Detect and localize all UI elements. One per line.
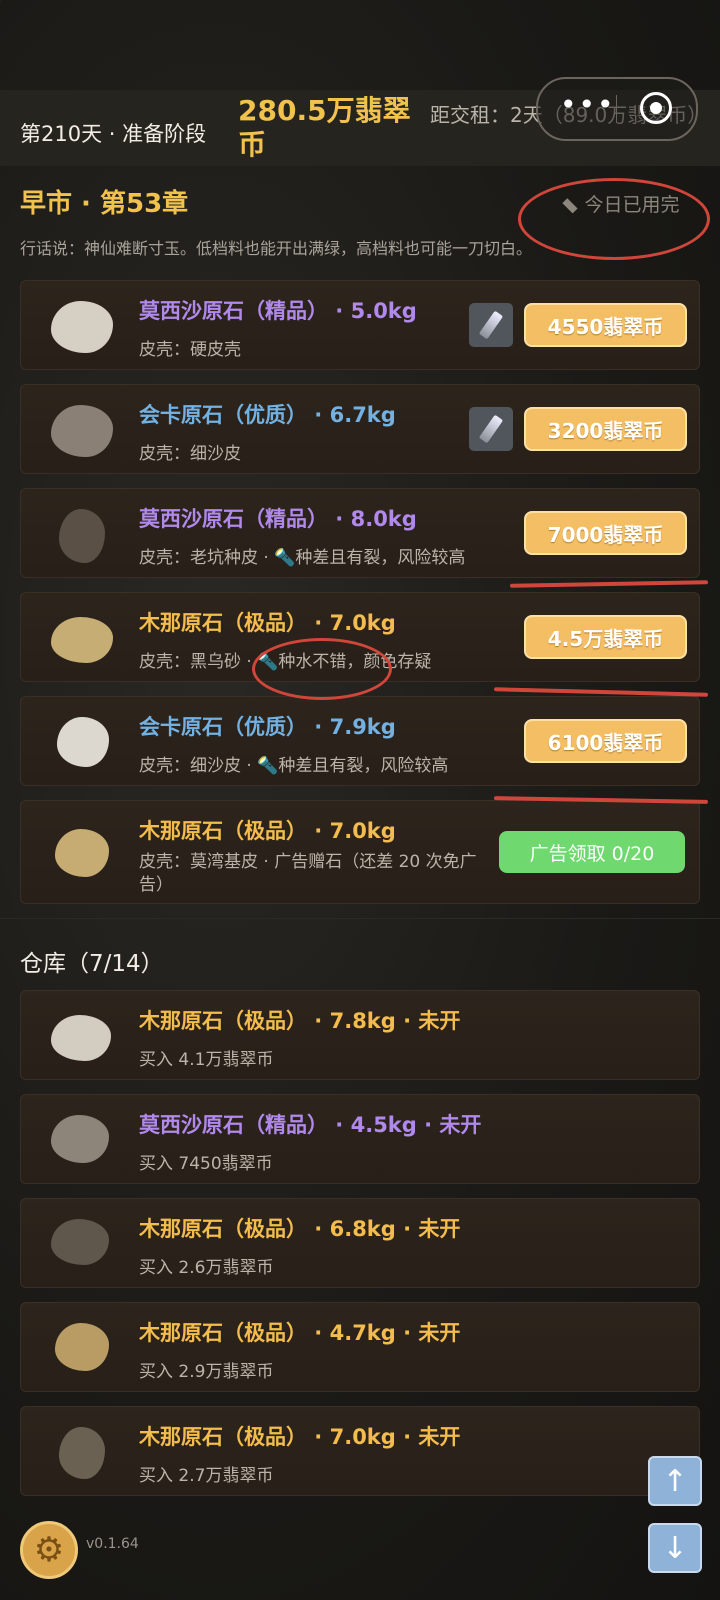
capsule-divider [616,95,617,123]
stone-image [59,1427,105,1479]
buy-price-button[interactable]: 6100翡翠币 [524,719,687,763]
coin-balance: 280.5万翡翠币 [238,94,411,161]
item-name: 木那原石（极品） · 7.8kg · 未开 [139,1009,461,1033]
item-name: 莫西沙原石（精品） · 4.5kg · 未开 [139,1113,482,1137]
record-circle-icon[interactable] [640,92,672,124]
warehouse-item[interactable]: 莫西沙原石（精品） · 4.5kg · 未开 买入 7450翡翠币 [20,1094,700,1184]
item-purchase: 买入 2.7万翡翠币 [139,1466,274,1486]
item-name: 会卡原石（优质） · 6.7kg [139,403,396,427]
more-dots-icon[interactable]: ••• [560,91,616,119]
item-skin: 皮壳：莫湾基皮 · 广告赠石（还差 20 次免广告） [139,852,477,895]
stone-image [51,1115,109,1163]
item-name: 莫西沙原石（精品） · 8.0kg [139,507,417,531]
warehouse-item[interactable]: 木那原石（极品） · 7.8kg · 未开 买入 4.1万翡翠币 [20,990,700,1080]
stone-image [51,1015,111,1061]
item-name: 木那原石（极品） · 7.0kg [139,819,396,843]
item-purchase: 买入 4.1万翡翠币 [139,1050,274,1070]
ad-claim-button[interactable]: 广告领取 0/20 [499,831,685,873]
stone-image [55,1323,109,1371]
item-name: 木那原石（极品） · 4.7kg · 未开 [139,1321,461,1345]
stone-image [51,617,113,663]
market-title: 早市 · 第53章 [20,189,189,219]
annotation-circle [518,178,710,260]
stone-image [51,301,113,353]
flashlight-button[interactable] [469,407,513,451]
market-item[interactable]: 会卡原石（优质） · 6.7kg 皮壳：细沙皮 3200翡翠币 [20,384,700,474]
warehouse-item[interactable]: 木那原石（极品） · 7.0kg · 未开 买入 2.7万翡翠币 [20,1406,700,1496]
item-purchase: 买入 7450翡翠币 [139,1154,273,1174]
market-item[interactable]: 莫西沙原石（精品） · 8.0kg 皮壳：老坑种皮 · 🔦种差且有裂，风险较高 … [20,488,700,578]
scroll-down-button[interactable]: ↓ [648,1523,702,1573]
market-item[interactable]: 莫西沙原石（精品） · 5.0kg 皮壳：硬皮壳 4550翡翠币 [20,280,700,370]
item-skin: 皮壳：老坑种皮 · 🔦种差且有裂，风险较高 [139,548,466,568]
flashlight-icon [478,414,504,444]
stone-image [51,405,113,457]
buy-price-button[interactable]: 7000翡翠币 [524,511,687,555]
warehouse-title: 仓库（7/14） [20,951,164,977]
buy-price-button[interactable]: 4550翡翠币 [524,303,687,347]
market-quote: 行话说：神仙难断寸玉。低档料也能开出满绿，高档料也可能一刀切白。 [20,239,533,258]
buy-price-button[interactable]: 3200翡翠币 [524,407,687,451]
warehouse-item[interactable]: 木那原石（极品） · 4.7kg · 未开 买入 2.9万翡翠币 [20,1302,700,1392]
item-name: 木那原石（极品） · 7.0kg [139,611,396,635]
item-purchase: 买入 2.6万翡翠币 [139,1258,274,1278]
item-name: 木那原石（极品） · 7.0kg · 未开 [139,1425,461,1449]
flashlight-button[interactable] [469,303,513,347]
settings-button[interactable]: ⚙ [20,1521,78,1579]
annotation-circle [252,638,392,700]
market-item[interactable]: 会卡原石（优质） · 7.9kg 皮壳：细沙皮 · 🔦种差且有裂，风险较高 61… [20,696,700,786]
market-item[interactable]: 木那原石（极品） · 7.0kg 皮壳：莫湾基皮 · 广告赠石（还差 20 次免… [20,800,700,904]
item-name: 莫西沙原石（精品） · 5.0kg [139,299,417,323]
buy-price-button[interactable]: 4.5万翡翠币 [524,615,687,659]
day-stage: 第210天 · 准备阶段 [20,122,207,146]
stone-image [51,1219,109,1265]
item-name: 木那原石（极品） · 6.8kg · 未开 [139,1217,461,1241]
item-purchase: 买入 2.9万翡翠币 [139,1362,274,1382]
item-name: 会卡原石（优质） · 7.9kg [139,715,396,739]
stone-image [57,717,109,767]
item-skin: 皮壳：细沙皮 · 🔦种差且有裂，风险较高 [139,756,449,776]
warehouse-item[interactable]: 木那原石（极品） · 6.8kg · 未开 买入 2.6万翡翠币 [20,1198,700,1288]
miniapp-capsule: ••• [536,77,698,141]
stone-image [55,829,109,877]
gear-icon: ⚙ [33,1530,65,1570]
scroll-up-button[interactable]: ↑ [648,1456,702,1506]
stone-image [59,509,105,563]
item-skin: 皮壳：硬皮壳 [139,340,241,360]
version-label: v0.1.64 [86,1536,139,1552]
section-divider [0,918,720,919]
item-skin: 皮壳：细沙皮 [139,444,241,464]
flashlight-icon [478,310,504,340]
